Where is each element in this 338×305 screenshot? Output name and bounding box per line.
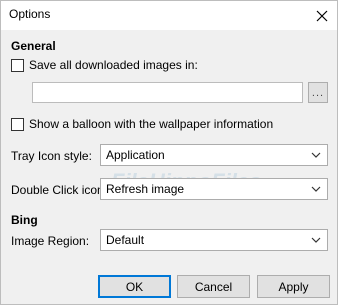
- tray-icon-style-label: Tray Icon style:: [11, 149, 92, 163]
- image-region-label: Image Region:: [11, 234, 90, 248]
- window-title: Options: [9, 7, 51, 21]
- image-region-value: Default: [106, 233, 145, 247]
- close-button[interactable]: [307, 1, 337, 30]
- balloon-checkbox[interactable]: [11, 117, 24, 131]
- tray-icon-style-select[interactable]: Application: [100, 144, 328, 166]
- close-icon: [316, 10, 328, 21]
- bing-heading: Bing: [11, 213, 38, 227]
- ok-button[interactable]: OK: [98, 275, 171, 298]
- double-click-value: Refresh image: [106, 182, 185, 196]
- balloon-row[interactable]: Show a balloon with the wallpaper inform…: [11, 117, 273, 131]
- double-click-label: Double Click icon:: [11, 183, 108, 197]
- save-all-checkbox[interactable]: [11, 58, 24, 72]
- general-heading: General: [11, 39, 56, 53]
- save-all-label: Save all downloaded images in:: [29, 58, 198, 72]
- folder-path-field[interactable]: [32, 82, 303, 103]
- button-bar: OK Cancel Apply: [1, 269, 337, 304]
- options-dialog: Options FileHippoFiles General Save all …: [0, 0, 338, 305]
- save-all-row[interactable]: Save all downloaded images in:: [11, 58, 198, 72]
- chevron-down-icon: [307, 230, 325, 250]
- title-bar: Options: [1, 1, 337, 30]
- chevron-down-icon: [307, 179, 325, 199]
- cancel-button[interactable]: Cancel: [177, 275, 250, 298]
- apply-button[interactable]: Apply: [257, 275, 330, 298]
- browse-button[interactable]: ...: [308, 82, 328, 103]
- image-region-select[interactable]: Default: [100, 229, 328, 251]
- balloon-label: Show a balloon with the wallpaper inform…: [29, 117, 274, 131]
- double-click-select[interactable]: Refresh image: [100, 178, 328, 200]
- tray-icon-style-value: Application: [106, 148, 165, 162]
- chevron-down-icon: [307, 145, 325, 165]
